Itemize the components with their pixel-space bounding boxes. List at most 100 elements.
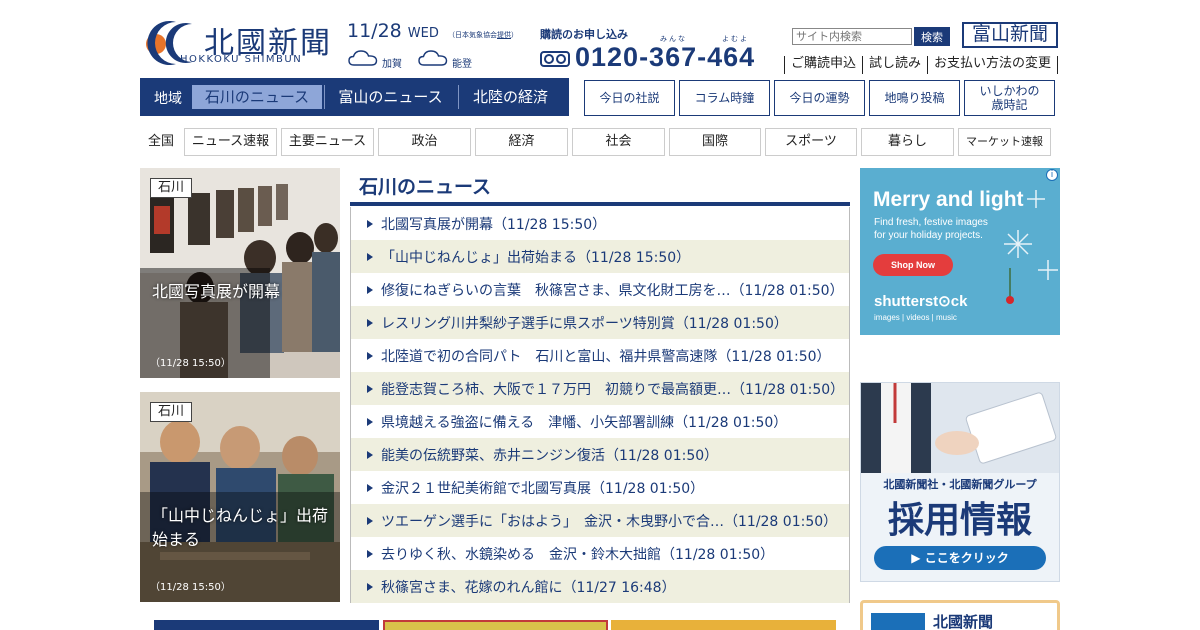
ad-shop-now-button[interactable]: Shop Now bbox=[873, 254, 953, 276]
weather-credit-link[interactable]: 提供 bbox=[497, 31, 511, 39]
column-jisho-button[interactable]: コラム時鐘 bbox=[679, 80, 770, 116]
weather-area-kaga: 加賀 bbox=[382, 59, 402, 70]
bullet-arrow-icon bbox=[367, 582, 373, 591]
seasonal-calendar-button[interactable]: いしかわの 歳時記 bbox=[964, 80, 1055, 116]
ad-tagline: images | videos | music bbox=[874, 313, 957, 322]
tab-toyama-news[interactable]: 富山のニュース bbox=[324, 85, 456, 109]
bullet-arrow-icon bbox=[367, 351, 373, 360]
cloud-icon bbox=[418, 50, 448, 66]
weather-credit-suffix: ） bbox=[511, 31, 518, 39]
bullet-arrow-icon bbox=[367, 285, 373, 294]
news-item[interactable]: レスリング川井梨紗子選手に県スポーツ特別賞（11/28 01:50） bbox=[351, 306, 849, 339]
subscribe-title: 購読のお申し込み bbox=[540, 28, 628, 41]
hokkoku-promo-banner[interactable]: 北國新聞 bbox=[860, 600, 1060, 630]
quick-link-payment[interactable]: お支払い方法の変更 bbox=[927, 56, 1059, 74]
news-item-link[interactable]: 去りゆく秋、水鏡染める 金沢・鈴木大拙館（11/28 01:50） bbox=[381, 544, 774, 564]
news-list: 北國写真展が開幕（11/28 15:50） 「山中じねんじょ」出荷始まる（11/… bbox=[350, 207, 850, 603]
ad-brand: shutterst⊙ck bbox=[874, 293, 968, 310]
category-market[interactable]: マーケット速報 bbox=[958, 128, 1051, 156]
weekday-text: WED bbox=[407, 26, 439, 41]
category-international[interactable]: 国際 bbox=[669, 128, 761, 156]
news-item[interactable]: 能登志賀ころ柿、大阪で１７万円 初競りで最高額更…（11/28 01:50） bbox=[351, 372, 849, 405]
category-breaking[interactable]: ニュース速報 bbox=[184, 128, 277, 156]
ad-subtext: Find fresh, festive images for your holi… bbox=[874, 217, 988, 241]
free-dial-icon bbox=[540, 51, 570, 67]
recruit-title: 採用情報 bbox=[887, 500, 1032, 541]
recruit-click-button[interactable]: ▶ ここをクリック bbox=[874, 546, 1046, 570]
bullet-arrow-icon bbox=[367, 318, 373, 327]
category-politics[interactable]: 政治 bbox=[378, 128, 471, 156]
news-item[interactable]: ツエーゲン選手に「おはよう」 金沢・木曳野小で合…（11/28 01:50） bbox=[351, 504, 849, 537]
feature-region-tag: 石川 bbox=[150, 402, 192, 422]
news-item-link[interactable]: 能登志賀ころ柿、大阪で１７万円 初競りで最高額更…（11/28 01:50） bbox=[381, 379, 844, 399]
reader-post-button[interactable]: 地鳴り投稿 bbox=[869, 80, 960, 116]
search-button[interactable]: 検索 bbox=[914, 27, 950, 46]
bottom-banner-1[interactable] bbox=[154, 620, 379, 630]
feature-title[interactable]: 「山中じねんじょ」出荷始まる bbox=[152, 504, 332, 552]
category-all-label: 全国 bbox=[147, 134, 174, 149]
news-item[interactable]: 能美の伝統野菜、赤井ニンジン復活（11/28 01:50） bbox=[351, 438, 849, 471]
category-society[interactable]: 社会 bbox=[572, 128, 665, 156]
news-item-link[interactable]: 能美の伝統野菜、赤井ニンジン復活（11/28 01:50） bbox=[381, 445, 718, 465]
news-item-link[interactable]: 金沢２１世紀美術館で北國写真展（11/28 01:50） bbox=[381, 478, 704, 498]
horoscope-button[interactable]: 今日の運勢 bbox=[774, 80, 865, 116]
cloud-icon bbox=[348, 50, 378, 66]
promo-title: 北國新聞 bbox=[933, 613, 994, 630]
news-item-link[interactable]: ツエーゲン選手に「おはよう」 金沢・木曳野小で合…（11/28 01:50） bbox=[381, 511, 837, 531]
news-item[interactable]: 秋篠宮さま、花嫁のれん館に（11/27 16:48） bbox=[351, 570, 849, 603]
news-item-link[interactable]: 秋篠宮さま、花嫁のれん館に（11/27 16:48） bbox=[381, 577, 676, 597]
region-label: 地域 bbox=[154, 91, 182, 107]
feature-region-tag: 石川 bbox=[150, 178, 192, 198]
bullet-arrow-icon bbox=[367, 384, 373, 393]
category-main[interactable]: 主要ニュース bbox=[281, 128, 374, 156]
editorial-button[interactable]: 今日の社説 bbox=[584, 80, 675, 116]
recruit-ad[interactable]: 北國新聞社・北國新聞グループ 採用情報 ▶ ここをクリック bbox=[860, 382, 1060, 582]
bullet-arrow-icon bbox=[367, 417, 373, 426]
bullet-arrow-icon bbox=[367, 516, 373, 525]
subscribe-phone-number[interactable]: 0120-367-464 bbox=[575, 42, 755, 73]
ad-headline: Merry and light bbox=[873, 188, 1024, 211]
news-item[interactable]: 去りゆく秋、水鏡染める 金沢・鈴木大拙館（11/28 01:50） bbox=[351, 537, 849, 570]
bullet-arrow-icon bbox=[367, 483, 373, 492]
quick-link-subscribe[interactable]: ご購読申込 bbox=[784, 56, 862, 74]
tab-hokuriku-economy[interactable]: 北陸の経済 bbox=[458, 85, 562, 109]
feature-timestamp: （11/28 15:50） bbox=[150, 358, 231, 369]
feature-timestamp: （11/28 15:50） bbox=[150, 582, 231, 593]
bottom-banner-2[interactable] bbox=[383, 620, 608, 630]
bullet-arrow-icon bbox=[367, 549, 373, 558]
news-item-link[interactable]: 北陸道で初の合同パト 石川と富山、福井県警高速隊（11/28 01:50） bbox=[381, 346, 831, 366]
ad-info-icon[interactable]: i bbox=[1046, 169, 1058, 181]
news-item-link[interactable]: レスリング川井梨紗子選手に県スポーツ特別賞（11/28 01:50） bbox=[381, 313, 788, 333]
recruit-org: 北國新聞社・北國新聞グループ bbox=[883, 478, 1037, 491]
weather-credit-prefix: （日本気象協会 bbox=[448, 31, 497, 39]
quick-link-trial[interactable]: 試し読み bbox=[862, 56, 927, 74]
weather-area-noto: 能登 bbox=[452, 59, 472, 70]
news-item-link[interactable]: 修復にねぎらいの言葉 秋篠宮さま、県文化財工房を…（11/28 01:50） bbox=[381, 280, 844, 300]
newspaper-icon bbox=[871, 613, 925, 630]
news-item[interactable]: 北國写真展が開幕（11/28 15:50） bbox=[351, 207, 849, 240]
feature-title[interactable]: 北國写真展が開幕 bbox=[152, 280, 332, 304]
feature-story-2[interactable]: 石川 「山中じねんじょ」出荷始まる （11/28 15:50） bbox=[140, 392, 340, 602]
category-economy[interactable]: 経済 bbox=[475, 128, 568, 156]
category-living[interactable]: 暮らし bbox=[861, 128, 954, 156]
news-item-link[interactable]: 北國写真展が開幕（11/28 15:50） bbox=[381, 214, 606, 234]
region-nav: 地域 石川のニュース 富山のニュース 北陸の経済 bbox=[140, 78, 569, 116]
site-search-input[interactable] bbox=[792, 28, 912, 45]
news-item[interactable]: 金沢２１世紀美術館で北國写真展（11/28 01:50） bbox=[351, 471, 849, 504]
recruit-photo-image bbox=[861, 383, 1059, 473]
bottom-banner-3[interactable] bbox=[611, 620, 836, 630]
hokkoku-logo[interactable]: 北國新聞 HOKKOKU SHIMBUN bbox=[140, 16, 340, 68]
news-item[interactable]: 修復にねぎらいの言葉 秋篠宮さま、県文化財工房を…（11/28 01:50） bbox=[351, 273, 849, 306]
news-item-link[interactable]: 県境越える強盗に備える 津幡、小矢部署訓練（11/28 01:50） bbox=[381, 412, 787, 432]
tab-ishikawa-news[interactable]: 石川のニュース bbox=[192, 85, 322, 109]
yam-harvest-image bbox=[140, 392, 340, 602]
feature-story-1[interactable]: 石川 北國写真展が開幕 （11/28 15:50） bbox=[140, 168, 340, 378]
photo-exhibition-image bbox=[140, 168, 340, 378]
news-item[interactable]: 北陸道で初の合同パト 石川と富山、福井県警高速隊（11/28 01:50） bbox=[351, 339, 849, 372]
category-sports[interactable]: スポーツ bbox=[765, 128, 857, 156]
news-item[interactable]: 「山中じねんじょ」出荷始まる（11/28 15:50） bbox=[351, 240, 849, 273]
shutterstock-ad[interactable]: i Merry and light Find fresh, festive im… bbox=[860, 168, 1060, 335]
news-item-link[interactable]: 「山中じねんじょ」出荷始まる（11/28 15:50） bbox=[381, 247, 690, 267]
toyama-shimbun-logo[interactable]: 富山新聞 bbox=[962, 22, 1058, 48]
news-item[interactable]: 県境越える強盗に備える 津幡、小矢部署訓練（11/28 01:50） bbox=[351, 405, 849, 438]
